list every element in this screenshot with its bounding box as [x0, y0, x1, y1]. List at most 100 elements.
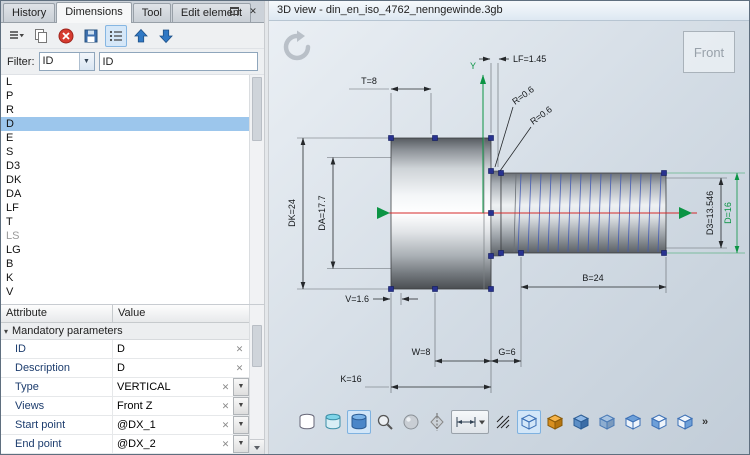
list-item-v[interactable]: V [1, 285, 249, 299]
cube-top-button[interactable] [621, 410, 645, 434]
param-value[interactable]: D [117, 362, 233, 374]
cylinder-wireframe-icon [297, 412, 317, 432]
dim-label-lf[interactable]: LF=1.45 [513, 54, 546, 64]
list-item-b[interactable]: B [1, 257, 249, 271]
clear-icon[interactable]: ✕ [219, 382, 232, 393]
rotate-view-icon[interactable] [279, 29, 315, 65]
list-item-da[interactable]: DA [1, 187, 249, 201]
dropdown-icon[interactable]: ▼ [233, 435, 249, 453]
list-item-lf[interactable]: LF [1, 201, 249, 215]
dim-label-v[interactable]: V=1.6 [345, 294, 369, 304]
zoom-button[interactable] [373, 410, 397, 434]
list-item-s[interactable]: S [1, 145, 249, 159]
dim-label-dk[interactable]: DK=24 [287, 199, 297, 227]
scrollbar-thumb[interactable] [252, 77, 262, 141]
clear-icon[interactable]: ✕ [233, 363, 246, 374]
start-point-marker[interactable] [377, 207, 390, 219]
list-item-k[interactable]: K [1, 271, 249, 285]
param-value-field[interactable]: D ✕ [113, 340, 249, 358]
chevron-down-icon[interactable]: ▼ [79, 53, 94, 70]
clear-icon[interactable]: ✕ [219, 439, 232, 450]
param-value-field[interactable]: @DX_2 ✕ ▼ [113, 435, 249, 453]
dim-label-b[interactable]: B=24 [582, 273, 603, 283]
collapse-icon[interactable]: ▾ [4, 327, 8, 336]
tab-history[interactable]: History [3, 3, 55, 22]
param-value[interactable]: Front Z [117, 400, 219, 412]
copy-button[interactable] [30, 25, 52, 47]
param-value-field[interactable]: VERTICAL ✕ ▼ [113, 378, 249, 396]
list-view-button[interactable] [105, 25, 127, 47]
list-item-d[interactable]: D [1, 117, 249, 131]
dim-label-d3[interactable]: D3=13.546 [705, 191, 715, 235]
param-value-field[interactable]: Front Z ✕ ▼ [113, 397, 249, 415]
cylinder-wireframe-button[interactable] [295, 410, 319, 434]
param-value[interactable]: VERTICAL [117, 381, 219, 393]
group-mandatory-parameters[interactable]: ▾ Mandatory parameters [1, 323, 249, 340]
clear-icon[interactable]: ✕ [219, 420, 232, 431]
header-attribute[interactable]: Attribute [1, 305, 113, 322]
filter-label: Filter: [7, 56, 35, 68]
float-panel-button[interactable] [226, 4, 242, 19]
scroll-down-button[interactable] [250, 439, 264, 454]
cube-left-button[interactable] [647, 410, 671, 434]
cube-orange-button[interactable] [543, 410, 567, 434]
filter-field-select[interactable]: ID ▼ [39, 52, 95, 71]
filter-input[interactable] [99, 52, 259, 71]
cube-wireframe-button[interactable] [517, 410, 541, 434]
toolbar-overflow-button[interactable]: » [699, 416, 711, 428]
list-item-d3[interactable]: D3 [1, 159, 249, 173]
param-value-field[interactable]: @DX_1 ✕ ▼ [113, 416, 249, 434]
cube-right-button[interactable] [673, 410, 697, 434]
header-value[interactable]: Value [113, 305, 150, 322]
spin-body-button[interactable] [425, 410, 449, 434]
dim-label-d[interactable]: D=16 [723, 202, 733, 224]
dimension-style-button[interactable] [451, 410, 489, 434]
list-item-ls[interactable]: LS [1, 229, 249, 243]
sphere-button[interactable] [399, 410, 423, 434]
end-point-marker[interactable] [679, 207, 692, 219]
dim-label-t[interactable]: T=8 [361, 76, 377, 86]
close-panel-button[interactable]: ✕ [245, 4, 261, 19]
cylinder-shaded-button[interactable] [321, 410, 345, 434]
save-button[interactable] [80, 25, 102, 47]
list-item-l[interactable]: L [1, 75, 249, 89]
param-value[interactable]: @DX_1 [117, 419, 219, 431]
tab-dimensions[interactable]: Dimensions [56, 2, 131, 23]
tab-tool[interactable]: Tool [133, 3, 171, 22]
cube-shaded-button[interactable] [595, 410, 619, 434]
list-item-lg[interactable]: LG [1, 243, 249, 257]
dropdown-icon[interactable]: ▼ [233, 397, 249, 415]
dim-label-w[interactable]: W=8 [412, 347, 431, 357]
dim-label-r2[interactable]: R=0.6 [528, 104, 554, 126]
cylinder-solid-button[interactable] [347, 410, 371, 434]
list-item-e[interactable]: E [1, 131, 249, 145]
group-label: Mandatory parameters [12, 325, 123, 337]
dropdown-icon[interactable]: ▼ [233, 416, 249, 434]
menu-button[interactable] [5, 25, 27, 47]
view-cube-front[interactable]: Front [683, 31, 735, 73]
cube-solid-button[interactable] [569, 410, 593, 434]
list-item-p[interactable]: P [1, 89, 249, 103]
dim-label-g[interactable]: G=6 [498, 347, 515, 357]
hatch-button[interactable] [491, 410, 515, 434]
dim-label-r1[interactable]: R=0.6 [510, 84, 536, 106]
dim-label-da[interactable]: DA=17.7 [317, 195, 327, 230]
move-up-button[interactable] [130, 25, 152, 47]
param-value[interactable]: D [117, 343, 233, 355]
scrollbar-thumb[interactable] [252, 325, 262, 367]
param-value-field[interactable]: D ✕ [113, 359, 249, 377]
list-item-t[interactable]: T [1, 215, 249, 229]
param-row-end-point: End point @DX_2 ✕ ▼ [1, 435, 249, 454]
list-scrollbar[interactable] [249, 75, 264, 304]
clear-icon[interactable]: ✕ [233, 344, 246, 355]
dim-label-k[interactable]: K=16 [340, 374, 361, 384]
3d-viewport[interactable]: DK=24 DA=17.7 T=8 LF=1.45 R=0.6 R=0.6 D3… [269, 21, 749, 454]
list-item-r[interactable]: R [1, 103, 249, 117]
table-scrollbar[interactable] [249, 305, 264, 454]
dropdown-icon[interactable]: ▼ [233, 378, 249, 396]
delete-button[interactable] [55, 25, 77, 47]
param-value[interactable]: @DX_2 [117, 438, 219, 450]
list-item-dk[interactable]: DK [1, 173, 249, 187]
move-down-button[interactable] [155, 25, 177, 47]
clear-icon[interactable]: ✕ [219, 401, 232, 412]
